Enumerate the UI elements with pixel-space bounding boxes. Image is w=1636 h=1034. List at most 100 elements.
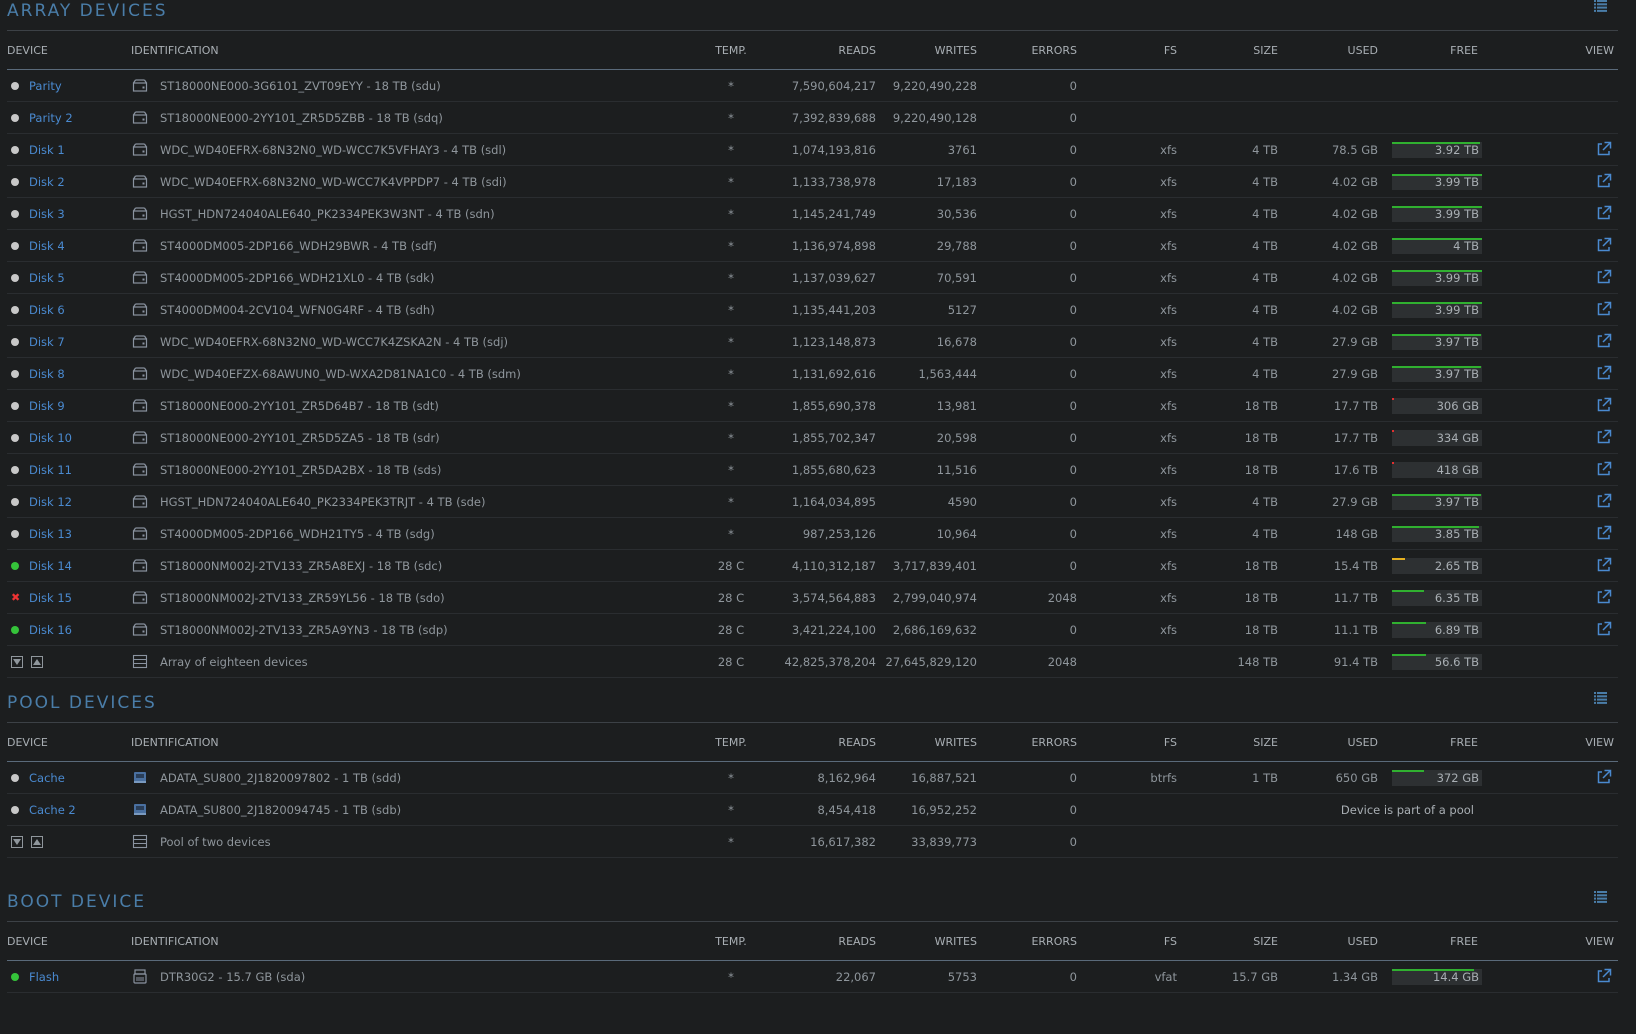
used-cell: 1.34 GB: [1282, 960, 1382, 993]
boot-device-title: BOOT DEVICE: [7, 892, 146, 912]
errors-cell: 0: [981, 485, 1081, 518]
identification-cell: HGST_HDN724040ALE640_PK2334PEK3TRJT - 4 …: [131, 485, 711, 518]
hard-drive-icon: [132, 270, 148, 285]
collapse-up-icon[interactable]: [31, 655, 43, 668]
external-link-svg[interactable]: [1596, 205, 1612, 220]
device-name-link[interactable]: Disk 6: [29, 303, 65, 317]
free-space-bar: 372 GB: [1392, 769, 1482, 786]
device-name-link[interactable]: Cache: [29, 771, 65, 785]
free-space-value: 2.65 TB: [1434, 558, 1479, 573]
device-name-link[interactable]: Parity: [29, 79, 62, 93]
device-name-link[interactable]: Disk 15: [29, 591, 72, 605]
open-external-icon[interactable]: [1596, 301, 1612, 316]
open-external-icon[interactable]: [1596, 968, 1612, 983]
collapse-down-icon[interactable]: [11, 655, 23, 668]
device-name-link[interactable]: Disk 3: [29, 207, 65, 221]
device-name-link[interactable]: Disk 1: [29, 143, 65, 157]
device-name-link[interactable]: Disk 2: [29, 175, 65, 189]
collapse-down-svg[interactable]: [13, 658, 21, 665]
device-name-link[interactable]: Disk 5: [29, 271, 65, 285]
collapse-up-icon[interactable]: [31, 835, 43, 848]
temp-cell: *: [711, 761, 751, 794]
list-view-icon[interactable]: [1594, 0, 1607, 12]
device-name-link[interactable]: Flash: [29, 970, 59, 984]
external-link-svg[interactable]: [1596, 173, 1612, 188]
external-link-svg[interactable]: [1596, 461, 1612, 476]
open-external-icon[interactable]: [1596, 141, 1612, 156]
device-name-link[interactable]: Disk 13: [29, 527, 72, 541]
device-name-link[interactable]: Disk 9: [29, 399, 65, 413]
list-view-icon[interactable]: [1594, 891, 1607, 903]
open-external-icon[interactable]: [1596, 769, 1612, 784]
device-cell: Parity: [7, 69, 131, 102]
external-link-svg[interactable]: [1596, 525, 1612, 540]
external-link-svg[interactable]: [1596, 621, 1612, 636]
external-link-svg[interactable]: [1596, 968, 1612, 983]
free-space-bar: 3.97 TB: [1392, 493, 1482, 510]
open-external-icon[interactable]: [1596, 333, 1612, 348]
device-name-link[interactable]: Disk 12: [29, 495, 72, 509]
device-name-link[interactable]: Parity 2: [29, 111, 73, 125]
external-link-svg[interactable]: [1596, 269, 1612, 284]
usb-flash-icon-svg: [133, 969, 147, 984]
external-link-svg[interactable]: [1596, 365, 1612, 380]
free-space-value: 3.99 TB: [1434, 206, 1479, 221]
status-standby-icon: [11, 241, 19, 250]
collapse-down-icon[interactable]: [11, 835, 23, 848]
open-external-icon[interactable]: [1596, 461, 1612, 476]
open-external-icon[interactable]: [1596, 205, 1612, 220]
identification-cell: ST18000NE000-2YY101_ZR5D64B7 - 18 TB (sd…: [131, 389, 711, 422]
size-cell: 15.7 GB: [1181, 960, 1282, 993]
external-link-svg[interactable]: [1596, 769, 1612, 784]
device-name-link[interactable]: Disk 14: [29, 559, 72, 573]
collapse-up-svg[interactable]: [33, 658, 41, 665]
external-link-svg[interactable]: [1596, 397, 1612, 412]
open-external-icon[interactable]: [1596, 237, 1612, 252]
list-view-icon[interactable]: [1594, 692, 1607, 704]
open-external-icon[interactable]: [1596, 173, 1612, 188]
collapse-down-svg[interactable]: [13, 838, 21, 845]
device-name-link[interactable]: Disk 11: [29, 463, 72, 477]
open-external-icon[interactable]: [1596, 269, 1612, 284]
device-name-link[interactable]: Disk 10: [29, 431, 72, 445]
view-cell: [1482, 197, 1618, 230]
external-link-svg[interactable]: [1596, 301, 1612, 316]
external-link-svg[interactable]: [1596, 557, 1612, 572]
device-name-link[interactable]: Disk 16: [29, 623, 72, 637]
reads-cell: 1,133,738,978: [751, 165, 880, 198]
device-name-link[interactable]: Disk 8: [29, 367, 65, 381]
open-external-icon[interactable]: [1596, 429, 1612, 444]
hard-drive-icon: [132, 462, 148, 477]
pool-devices-header: POOL DEVICES: [7, 686, 1618, 723]
open-external-icon[interactable]: [1596, 621, 1612, 636]
errors-cell: 0: [981, 960, 1081, 993]
array-stack-icon: [132, 654, 148, 669]
device-name-link[interactable]: Cache 2: [29, 803, 76, 817]
external-link-svg[interactable]: [1596, 589, 1612, 604]
array-stack-svg: [132, 654, 148, 669]
external-link-svg[interactable]: [1596, 493, 1612, 508]
writes-cell: 11,516: [880, 453, 981, 486]
fs-cell: [1081, 101, 1181, 134]
identification-text: ST4000DM005-2DP166_WDH21XL0 - 4 TB (sdk): [160, 270, 435, 285]
external-link-svg[interactable]: [1596, 429, 1612, 444]
device-name-link[interactable]: Disk 4: [29, 239, 65, 253]
writes-cell: 2,686,169,632: [880, 613, 981, 646]
external-link-svg[interactable]: [1596, 237, 1612, 252]
open-external-icon[interactable]: [1596, 525, 1612, 540]
external-link-svg[interactable]: [1596, 141, 1612, 156]
external-link-svg[interactable]: [1596, 333, 1612, 348]
fs-cell: btrfs: [1081, 761, 1181, 794]
device-name-link[interactable]: Disk 7: [29, 335, 65, 349]
open-external-icon[interactable]: [1596, 589, 1612, 604]
free-space-fill: [1392, 429, 1394, 432]
status-active-icon: [11, 625, 19, 634]
open-external-icon[interactable]: [1596, 397, 1612, 412]
device-row: Disk 6 ST4000DM004-2CV104_WFN0G4RF - 4 TB…: [7, 293, 1618, 326]
collapse-up-svg[interactable]: [33, 838, 41, 845]
open-external-icon[interactable]: [1596, 493, 1612, 508]
hard-drive-icon: [132, 110, 148, 125]
open-external-icon[interactable]: [1596, 557, 1612, 572]
open-external-icon[interactable]: [1596, 365, 1612, 380]
fs-cell: xfs: [1081, 261, 1181, 294]
